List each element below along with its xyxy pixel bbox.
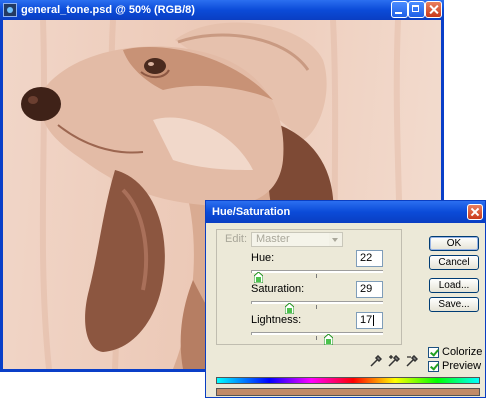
saturation-center-tick bbox=[316, 305, 317, 309]
eyedropper-minus-icon[interactable] bbox=[406, 355, 418, 367]
lightness-slider-thumb[interactable] bbox=[323, 334, 333, 345]
save-button[interactable]: Save... bbox=[429, 297, 479, 312]
load-button[interactable]: Load... bbox=[429, 278, 479, 293]
lightness-field[interactable]: 17 bbox=[356, 312, 383, 329]
hue-label: Hue: bbox=[251, 252, 275, 264]
hue-spectrum-bar bbox=[216, 377, 480, 384]
saturation-slider-thumb[interactable] bbox=[284, 303, 294, 314]
maximize-button[interactable] bbox=[408, 1, 425, 18]
dialog-title-bar[interactable]: Hue/Saturation bbox=[206, 201, 485, 223]
saturation-slider-track[interactable] bbox=[251, 301, 383, 304]
cancel-button[interactable]: Cancel bbox=[429, 255, 479, 270]
text-cursor bbox=[373, 314, 375, 326]
document-title: general_tone.psd @ 50% (RGB/8) bbox=[21, 4, 195, 16]
hue-field[interactable]: 22 bbox=[356, 250, 383, 267]
adjusted-color-bar bbox=[216, 388, 480, 396]
hue-slider-track[interactable] bbox=[251, 270, 383, 273]
lightness-label: Lightness: bbox=[251, 314, 302, 326]
ok-button[interactable]: OK bbox=[429, 236, 479, 251]
hue-slider-thumb[interactable] bbox=[254, 272, 264, 283]
dialog-close-button[interactable] bbox=[467, 204, 483, 220]
colorize-checkbox[interactable] bbox=[428, 347, 439, 358]
photoshop-document-icon bbox=[3, 3, 17, 17]
eyedropper-icon[interactable] bbox=[370, 355, 382, 367]
preview-label: Preview bbox=[442, 360, 482, 372]
minimize-button[interactable] bbox=[391, 1, 408, 18]
lightness-slider-track[interactable] bbox=[251, 332, 383, 335]
edit-label: Edit: bbox=[225, 233, 248, 245]
document-title-bar[interactable]: general_tone.psd @ 50% (RGB/8) bbox=[0, 0, 444, 20]
edit-select-value: Master bbox=[256, 233, 290, 245]
close-button[interactable] bbox=[425, 1, 442, 18]
adjustment-group: Edit: Master Hue: 22 Saturation: 29 Ligh… bbox=[216, 229, 402, 345]
colorize-label: Colorize bbox=[442, 346, 483, 358]
saturation-field[interactable]: 29 bbox=[356, 281, 383, 298]
eyedropper-plus-icon[interactable] bbox=[388, 355, 400, 367]
edit-select[interactable]: Master bbox=[251, 232, 343, 247]
dialog-title: Hue/Saturation bbox=[212, 206, 291, 218]
hue-center-tick bbox=[316, 274, 317, 278]
lightness-value: 17 bbox=[360, 314, 373, 326]
lightness-center-tick bbox=[316, 336, 317, 340]
chevron-down-icon bbox=[329, 233, 342, 246]
saturation-label: Saturation: bbox=[251, 283, 305, 295]
preview-checkbox[interactable] bbox=[428, 361, 439, 372]
hue-saturation-dialog: Hue/Saturation Edit: Master Hue: 22 Satu… bbox=[205, 200, 486, 398]
